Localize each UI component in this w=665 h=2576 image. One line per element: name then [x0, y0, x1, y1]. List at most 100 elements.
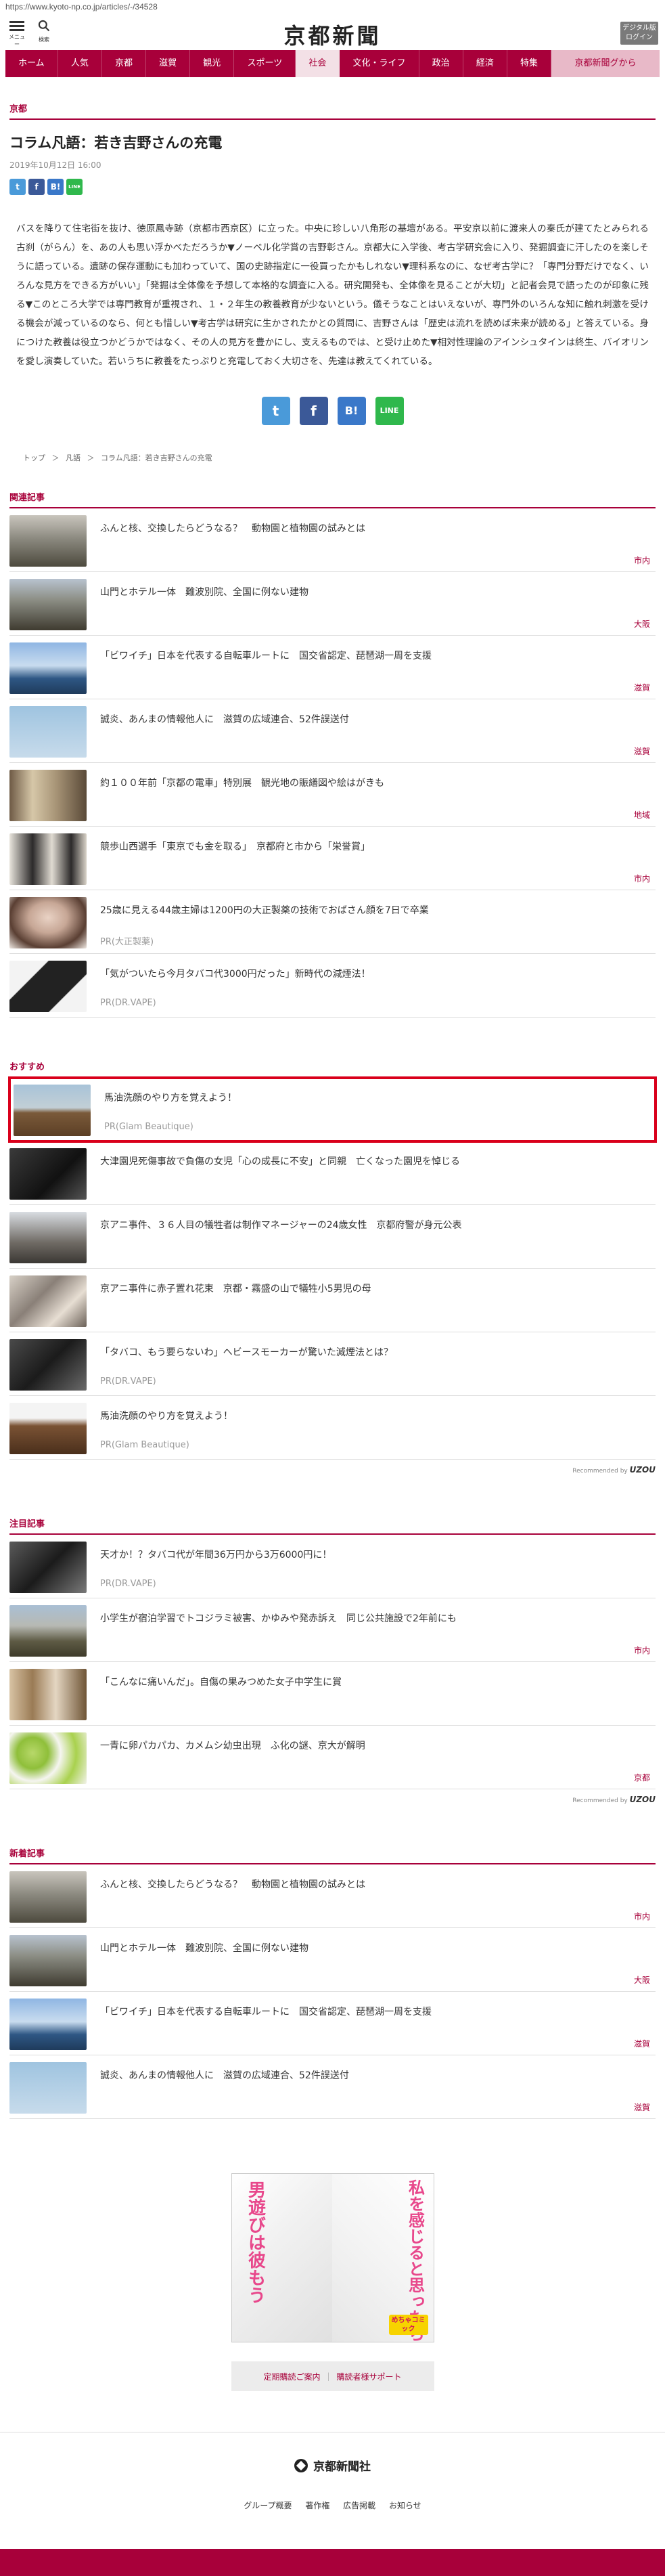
list-item-title: 「ビワイチ」日本を代表する自転車ルートに 国交省認定、琵琶湖一周を支援 [100, 2007, 432, 2017]
list-item[interactable]: 山門とホテル一体 難波別院、全国に例ない建物 大阪 [9, 572, 656, 636]
nav-item-culture[interactable]: 文化・ライフ [340, 50, 419, 77]
digital-login-button[interactable]: デジタル版 ログイン [620, 22, 658, 45]
region-tag: 滋賀 [633, 2039, 650, 2049]
twitter-share-icon[interactable]: t [261, 397, 290, 425]
site-logo[interactable]: 京都新聞 [0, 19, 665, 50]
list-item[interactable]: 誠炎、あんまの情報他人に 滋賀の広域連合、52件誤送付 滋賀 [9, 699, 656, 763]
latest-list: ふんと核、交換したらどうなる？ 動物園と植物園の試みとは 市内 山門とホテル一体… [9, 1864, 656, 2119]
nav-item-popular[interactable]: 人気 [58, 50, 102, 77]
thumbnail-image [9, 961, 87, 1012]
thumbnail-image [9, 1871, 87, 1923]
list-item[interactable]: 「こんなに痛いんだ」。自傷の果みつめた女子中学生に賞 [9, 1662, 656, 1726]
section-latest-label: 新着記事 [9, 1846, 656, 1864]
list-item[interactable]: ふんと核、交換したらどうなる？ 動物園と植物園の試みとは 市内 [9, 508, 656, 572]
footer-link-notices[interactable]: お知らせ [389, 2501, 421, 2510]
nav-item-sports[interactable]: スポーツ [234, 50, 296, 77]
list-item[interactable]: 山門とホテル一体 難波別院、全国に例ない建物 大阪 [9, 1928, 656, 1992]
thumbnail-image [9, 1148, 87, 1200]
list-item[interactable]: 25歳に見える44歳主婦は1200円の大正製薬の技術でおばさん顔を7日で卒業 P… [9, 890, 656, 954]
list-item[interactable]: 小学生が宿泊学習でトコジラミ被害、かゆみや発赤訴え 同じ公共施設で2年前にも 市… [9, 1598, 656, 1662]
nav-item-home[interactable]: ホーム [5, 50, 58, 77]
article-date: 2019年10月12日 16:00 [9, 160, 101, 170]
list-item[interactable]: 誠炎、あんまの情報他人に 滋賀の広域連合、52件誤送付 滋賀 [9, 2055, 656, 2119]
facebook-share-icon[interactable]: f [299, 397, 328, 425]
region-tag: 大阪 [633, 619, 650, 629]
mecha-comic-logo: めちゃコミック [388, 2315, 428, 2335]
share-bar-top: t f B! LINE [9, 179, 656, 195]
hatena-share-icon[interactable]: B! [47, 179, 64, 195]
list-item[interactable]: ふんと核、交換したらどうなる？ 動物園と植物園の試みとは 市内 [9, 1864, 656, 1928]
list-item-title: 誠炎、あんまの情報他人に 滋賀の広域連合、52件誤送付 [100, 714, 349, 725]
recommended-by[interactable]: Recommended by UZOU [9, 1465, 656, 1475]
list-item[interactable]: 「ビワイチ」日本を代表する自転車ルートに 国交省認定、琵琶湖一周を支援 滋賀 [9, 636, 656, 699]
breadcrumb-current: コラム凡語：若き吉野さんの充電 [101, 454, 212, 462]
thumbnail-image [9, 515, 87, 567]
footer-link-ads[interactable]: 広告掲載 [343, 2501, 375, 2510]
thumbnail-image [9, 1339, 87, 1391]
nav-item-group[interactable]: 京都新聞グから [551, 50, 660, 77]
list-item[interactable]: 「ビワイチ」日本を代表する自転車ルートに 国交省認定、琵琶湖一周を支援 滋賀 [9, 1992, 656, 2055]
region-tag: 市内 [633, 556, 650, 565]
line-share-icon[interactable]: LINE [375, 397, 404, 425]
list-item-title: ふんと核、交換したらどうなる？ 動物園と植物園の試みとは [100, 1879, 365, 1890]
nav-item-kyoto[interactable]: 京都 [102, 50, 147, 77]
list-item-title: 山門とホテル一体 難波別院、全国に例ない建物 [100, 1943, 308, 1954]
uzou-logo: UZOU [629, 1465, 656, 1475]
thumbnail-image [9, 770, 87, 821]
list-item[interactable]: 馬油洗顔のやり方を覚えよう！ PR(Glam Beautique) [8, 1076, 657, 1143]
search-button[interactable]: 検索 [34, 19, 54, 43]
region-tag: 滋賀 [633, 2103, 650, 2112]
facebook-share-icon[interactable]: f [28, 179, 45, 195]
twitter-share-icon[interactable]: t [9, 179, 26, 195]
list-item[interactable]: 競歩山西選手「東京でも金を取る」 京都府と市から「栄誉賞」 市内 [9, 827, 656, 890]
nav-item-shiga[interactable]: 滋賀 [146, 50, 191, 77]
region-tag: 地域 [633, 810, 650, 820]
breadcrumb-column[interactable]: 凡語 [66, 454, 81, 462]
nav-item-economy[interactable]: 経済 [463, 50, 507, 77]
hatena-share-icon[interactable]: B! [337, 397, 366, 425]
subscriber-support-link[interactable]: 購読者様サポート [330, 2371, 409, 2382]
breadcrumb-top[interactable]: トップ [23, 454, 45, 462]
footer-bar [0, 2549, 665, 2576]
section-recommend-label: おすすめ [9, 1060, 656, 1078]
recommended-by-label: Recommended by [572, 1797, 628, 1804]
list-item-title: 大津園児死傷事故で負傷の女児「心の成長に不安」と同親 亡くなった園児を悼じる [100, 1156, 460, 1167]
site-footer: 京都新聞社 グループ概要 著作権 広告掲載 お知らせ [0, 2432, 665, 2511]
list-item[interactable]: 約１００年前「京都の電車」特別展 観光地の賑繕図や絵はがきも 地域 [9, 763, 656, 827]
article-category[interactable]: 京都 [9, 102, 656, 120]
subscription-guide-link[interactable]: 定期購読ご案内 [256, 2371, 327, 2382]
nav-item-society[interactable]: 社会 [296, 50, 340, 77]
region-tag: 京都 [633, 1773, 650, 1783]
footer-link-group[interactable]: グループ概要 [244, 2501, 292, 2510]
list-item[interactable]: 大津園児死傷事故で負傷の女児「心の成長に不安」と同親 亡くなった園児を悼じる [9, 1141, 656, 1205]
list-item-title: 馬油洗顔のやり方を覚えよう！ [100, 1411, 233, 1422]
recommended-by[interactable]: Recommended by UZOU [9, 1795, 656, 1804]
list-item[interactable]: 天才か！？タバコ代が年間36万円から3万6000円に！ PR(DR.VAPE) [9, 1535, 656, 1598]
list-item[interactable]: 「気がついたら今月タバコ代3000円だった」新時代の減煙法！ PR(DR.VAP… [9, 954, 656, 1018]
manga-ad-banner[interactable]: 男遊びは彼もう 私を感じると思ったら めちゃコミック [231, 2173, 434, 2342]
list-item[interactable]: 京アニ事件に赤子置れ花束 京都・霧盛の山で犠牲小5男児の母 [9, 1269, 656, 1332]
article-body: バスを降りて住宅街を抜け、徳原鳳寺跡（京都市西京区）に立った。中央に珍しい八角形… [16, 223, 649, 367]
list-item[interactable]: 一青に卵パカパカ、カメムシ幼虫出現 ふ化の謎、京大が解明 京都 [9, 1726, 656, 1789]
search-icon [38, 20, 50, 32]
region-tag: 市内 [633, 1646, 650, 1655]
nav-item-tourism[interactable]: 観光 [190, 50, 235, 77]
section-featured-label: 注目記事 [9, 1516, 656, 1535]
thumbnail-image [9, 1212, 87, 1263]
breadcrumb-sep: ＞ [51, 454, 60, 462]
list-item-title: 京アニ事件に赤子置れ花束 京都・霧盛の山で犠牲小5男児の母 [100, 1284, 371, 1294]
list-item[interactable]: 「タバコ、もう要らないわ」ヘビースモーカーが驚いた減煙法とは？ PR(DR.VA… [9, 1332, 656, 1396]
line-share-icon[interactable]: LINE [66, 179, 83, 195]
menu-button[interactable]: メニュー [7, 19, 27, 48]
thumbnail-image [9, 579, 87, 630]
pr-label: PR(DR.VAPE) [100, 1376, 156, 1387]
search-label: 検索 [39, 37, 49, 43]
nav-item-politics[interactable]: 政治 [419, 50, 463, 77]
list-item[interactable]: 京アニ事件、３６人目の犠牲者は制作マネージャーの24歳女性 京都府警が身元公表 [9, 1205, 656, 1269]
footer-link-copyright[interactable]: 著作権 [305, 2501, 329, 2510]
nav-item-feature[interactable]: 特集 [507, 50, 552, 77]
thumbnail-image [9, 1275, 87, 1327]
section-related-label: 関連記事 [9, 490, 656, 508]
footer-logo[interactable]: 京都新聞社 [294, 2457, 371, 2474]
list-item[interactable]: 馬油洗顔のやり方を覚えよう！ PR(Glam Beautique) [9, 1396, 656, 1460]
